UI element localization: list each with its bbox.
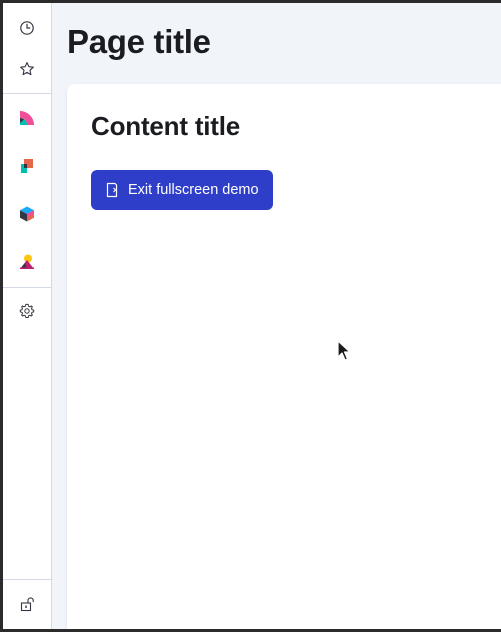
analytics-app-button[interactable] <box>15 106 39 130</box>
content-title: Content title <box>91 111 241 141</box>
analytics-logo-icon <box>20 111 34 125</box>
lock-open-icon <box>20 597 34 612</box>
main-content-area: Page title Content title Exit fullscreen… <box>52 3 501 629</box>
security-logo-icon <box>20 206 34 222</box>
collapsible-nav <box>3 3 52 629</box>
management-logo-icon <box>20 254 34 269</box>
nav-divider <box>3 579 51 580</box>
observability-logo-icon <box>21 159 33 173</box>
exit-fullscreen-button[interactable]: Exit fullscreen demo <box>91 170 273 210</box>
mouse-pointer-icon <box>337 340 351 367</box>
star-icon <box>20 62 34 76</box>
observability-app-button[interactable] <box>15 154 39 178</box>
exit-fullscreen-label: Exit fullscreen demo <box>128 182 259 198</box>
page-title: Page title <box>67 23 211 60</box>
settings-button[interactable] <box>15 299 39 323</box>
gear-icon <box>19 303 35 318</box>
exit-fullscreen-icon <box>105 182 119 198</box>
dock-toggle-button[interactable] <box>15 592 39 616</box>
app-window: Page title Content title Exit fullscreen… <box>0 0 501 632</box>
nav-divider <box>3 93 51 94</box>
clock-icon <box>20 21 34 35</box>
recently-viewed-button[interactable] <box>15 16 39 40</box>
management-app-button[interactable] <box>15 250 39 274</box>
content-panel: Content title Exit fullscreen demo <box>67 84 501 629</box>
favorites-button[interactable] <box>15 57 39 81</box>
nav-divider <box>3 287 51 288</box>
security-app-button[interactable] <box>15 202 39 226</box>
